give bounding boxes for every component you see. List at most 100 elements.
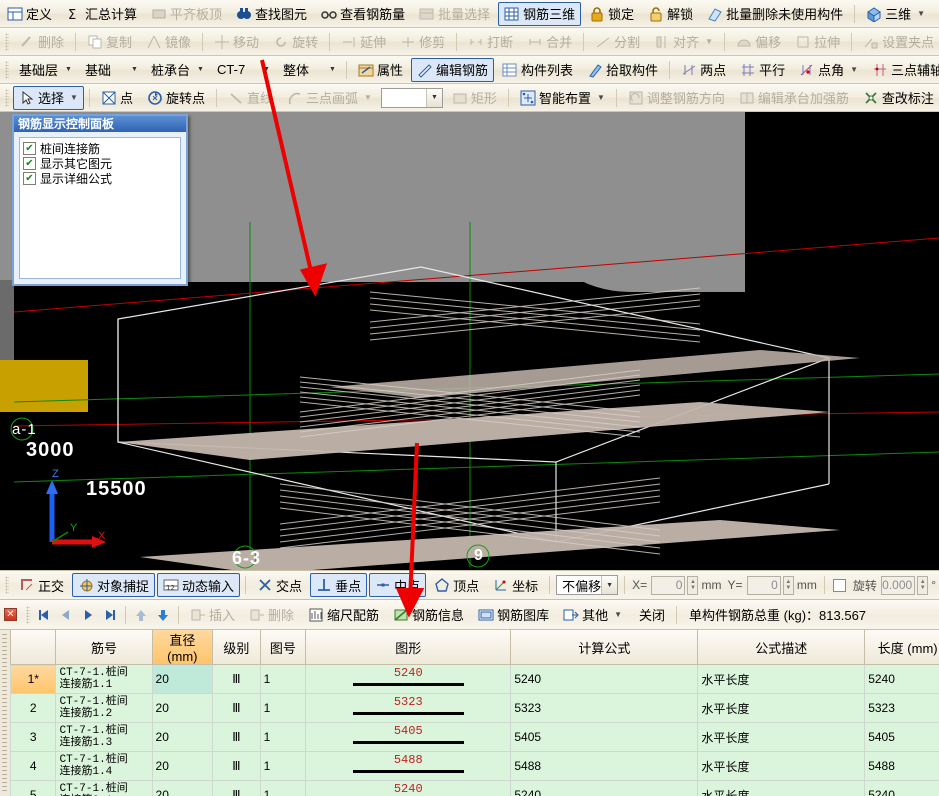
grid-toolbar-item-钢筋图库[interactable]: 钢筋图库 [472, 603, 555, 627]
3d-viewport[interactable]: a-1 3000 15500 6-3 9 Z Y X 钢筋显示控制面板 ✔ 桩间连… [0, 112, 939, 570]
column-header-name[interactable]: 筋号 [55, 630, 153, 665]
snap-toolbar-item-交点[interactable]: 交点 [251, 573, 308, 597]
chevron-down-icon[interactable]: ▼ [259, 61, 274, 79]
toolbar-item-属性[interactable]: 属性 [352, 58, 409, 82]
rotate-checkbox[interactable] [832, 578, 846, 592]
grid-toolbar-item-关闭[interactable]: 关闭 [630, 603, 671, 627]
snap-toolbar-item-对象捕捉[interactable]: 对象捕捉 [72, 573, 156, 597]
snap-toolbar-item-垂点[interactable]: 垂点 [310, 573, 368, 597]
toolbar-grip[interactable] [5, 576, 9, 594]
toolbar-item-三点辅轴[interactable]: 三点辅轴▼ [866, 58, 939, 82]
first-record-button[interactable] [35, 606, 53, 624]
rebar-option-1[interactable]: ✔ 显示其它图元 [23, 156, 180, 171]
toolbar-item-两点[interactable]: 两点 [675, 58, 732, 82]
rebar-table[interactable]: 筋号直径 (mm)级别图号图形计算公式公式描述长度 (mm)根数搭接损耗 1*C… [10, 630, 939, 796]
snap-toolbar-item-动态输入[interactable]: 12 动态输入 [157, 573, 241, 597]
offset-x-spinner[interactable]: ▲ ▼ [687, 575, 699, 595]
chevron-down-icon[interactable]: ▼ [70, 93, 78, 102]
chevron-down-icon[interactable]: ▼ [597, 93, 605, 102]
move-up-button[interactable] [132, 606, 150, 624]
offset-x-input[interactable]: 0 [651, 575, 686, 595]
toolbar-item-批量删除未使用构件[interactable]: 批量删除未使用构件 [701, 2, 849, 26]
column-header-dia[interactable]: 直径 (mm) [151, 630, 214, 665]
column-header-formula[interactable]: 计算公式 [510, 630, 699, 665]
chevron-down-icon[interactable]: ▼ [917, 9, 925, 18]
chevron-down-icon[interactable]: ▼ [705, 37, 713, 46]
draw-mode-combo[interactable]: ▼ [380, 87, 443, 108]
chevron-down-icon[interactable]: ▼ [364, 93, 372, 102]
next-record-button[interactable] [79, 606, 97, 624]
checkbox[interactable]: ✔ [23, 142, 36, 155]
snap-toolbar-item-坐标[interactable]: 坐标 [487, 573, 544, 597]
rebar-option-2[interactable]: ✔ 显示详细公式 [23, 171, 180, 186]
offset-y-spinner[interactable]: ▲ ▼ [782, 575, 794, 595]
toolbar-item-锁定[interactable]: 锁定 [583, 2, 640, 26]
chevron-down-icon[interactable]: ▼ [850, 65, 858, 74]
grid-toolbar-item-其他[interactable]: 其他 ▼ [557, 603, 628, 627]
toolbar-item-点角[interactable]: 点角 ▼ [793, 58, 864, 82]
checkbox[interactable]: ✔ [23, 172, 36, 185]
table-row[interactable]: 1*CT-7-1.桩间连接筋1.120Ⅲ152405240水平长度5240203 [10, 664, 939, 694]
toolbar-item-查看钢筋量[interactable]: 查看钢筋量 [315, 2, 411, 26]
column-header-grade[interactable]: 级别 [212, 630, 261, 665]
toolbar-item-三维[interactable]: 三维 ▼ [860, 2, 931, 26]
toolbar-item-查找图元[interactable]: 查找图元 [230, 2, 313, 26]
table-row[interactable]: 3CT-7-1.桩间连接筋1.320Ⅲ154055405水平长度5405203 [10, 722, 939, 752]
table-row[interactable]: 2CT-7-1.桩间连接筋1.220Ⅲ153235323水平长度5323203 [10, 693, 939, 723]
chevron-down-icon[interactable]: ▼ [61, 61, 76, 79]
toolbar-item-查改标注[interactable]: 查改标注▼ [857, 86, 939, 110]
offset-mode-combo[interactable]: 不偏移 ▼ [556, 575, 619, 595]
toolbar-grip[interactable] [5, 88, 9, 107]
toolbar-item-智能布置[interactable]: 智能布置 ▼ [514, 86, 611, 110]
toolbar-grip[interactable] [26, 605, 30, 624]
prev-record-button[interactable] [57, 606, 75, 624]
chevron-down-icon[interactable]: ▼ [425, 88, 442, 107]
combo-level[interactable]: 基础层 ▼ [14, 60, 76, 80]
toolbar-item-编辑钢筋[interactable]: 编辑钢筋 [411, 57, 495, 82]
table-row[interactable]: 4CT-7-1.桩间连接筋1.420Ⅲ154885488水平长度5488203 [10, 751, 939, 781]
move-down-button[interactable] [154, 606, 172, 624]
column-header-no[interactable]: 图号 [259, 630, 307, 665]
toolbar-item-旋转点[interactable]: 旋转点 [141, 86, 211, 110]
chevron-down-icon[interactable]: ▼ [614, 610, 622, 619]
toolbar-item-汇总计算[interactable]: Σ 汇总计算 [60, 2, 143, 26]
last-record-button[interactable] [101, 606, 119, 624]
column-header-idx[interactable] [10, 630, 57, 665]
rebar-table-container[interactable]: 筋号直径 (mm)级别图号图形计算公式公式描述长度 (mm)根数搭接损耗 1*C… [0, 630, 939, 796]
offset-y-input[interactable]: 0 [746, 575, 781, 595]
rotate-input[interactable]: 0.000 [880, 575, 916, 595]
column-header-shape[interactable]: 图形 [305, 630, 512, 665]
combo-component-type[interactable]: 桩承台 ▼ [146, 60, 208, 80]
close-icon[interactable]: ✕ [4, 608, 17, 621]
toolbar-item-钢筋三维[interactable]: 钢筋三维 [498, 1, 582, 26]
toolbar-item-俯视[interactable]: 俯视▼ [933, 2, 939, 26]
chevron-down-icon[interactable]: ▼ [325, 61, 340, 79]
toolbar-item-拾取构件[interactable]: 拾取构件 [581, 58, 664, 82]
column-header-desc[interactable]: 公式描述 [697, 630, 866, 665]
toolbar-item-平行[interactable]: 平行 [734, 58, 791, 82]
toolbar-grip[interactable] [5, 32, 9, 51]
chevron-down-icon[interactable]: ▼ [601, 576, 618, 594]
snap-toolbar-item-顶点[interactable]: 顶点 [428, 573, 485, 597]
chevron-down-icon[interactable]: ▼ [127, 61, 142, 79]
toolbar-item-解锁[interactable]: 解锁 [642, 2, 699, 26]
toolbar-item-选择[interactable]: 选择 ▼ [13, 85, 84, 110]
table-row[interactable]: 5CT-7-1.桩间连接筋2.120Ⅲ152405240水平长度5240203 [10, 780, 939, 796]
rebar-display-control-panel[interactable]: 钢筋显示控制面板 ✔ 桩间连接筋 ✔ 显示其它图元 ✔ 显示详细公式 [12, 114, 188, 286]
snap-toolbar-item-正交[interactable]: 正交 [13, 573, 70, 597]
checkbox[interactable]: ✔ [23, 157, 36, 170]
rebar-option-0[interactable]: ✔ 桩间连接筋 [23, 141, 180, 156]
combo-category[interactable]: 基础 ▼ [80, 60, 142, 80]
toolbar-item-点[interactable]: 点 [95, 86, 139, 110]
column-header-len[interactable]: 长度 (mm) [864, 630, 939, 665]
toolbar-grip[interactable] [5, 60, 9, 79]
rotate-spinner[interactable]: ▲ ▼ [917, 575, 929, 595]
snap-toolbar-item-中点[interactable]: 中点 [369, 573, 427, 597]
combo-display-mode[interactable]: 整体 ▼ [278, 60, 340, 80]
toolbar-item-构件列表[interactable]: 构件列表 [496, 58, 579, 82]
chevron-down-icon[interactable]: ▼ [193, 61, 208, 79]
grid-toolbar-item-钢筋信息[interactable]: 钢筋信息 [387, 603, 470, 627]
toolbar-item-定义[interactable]: 定义 [1, 2, 58, 26]
grid-toolbar-item-缩尺配筋[interactable]: 缩尺配筋 [302, 603, 385, 627]
combo-component[interactable]: CT-7 ▼ [212, 60, 274, 80]
